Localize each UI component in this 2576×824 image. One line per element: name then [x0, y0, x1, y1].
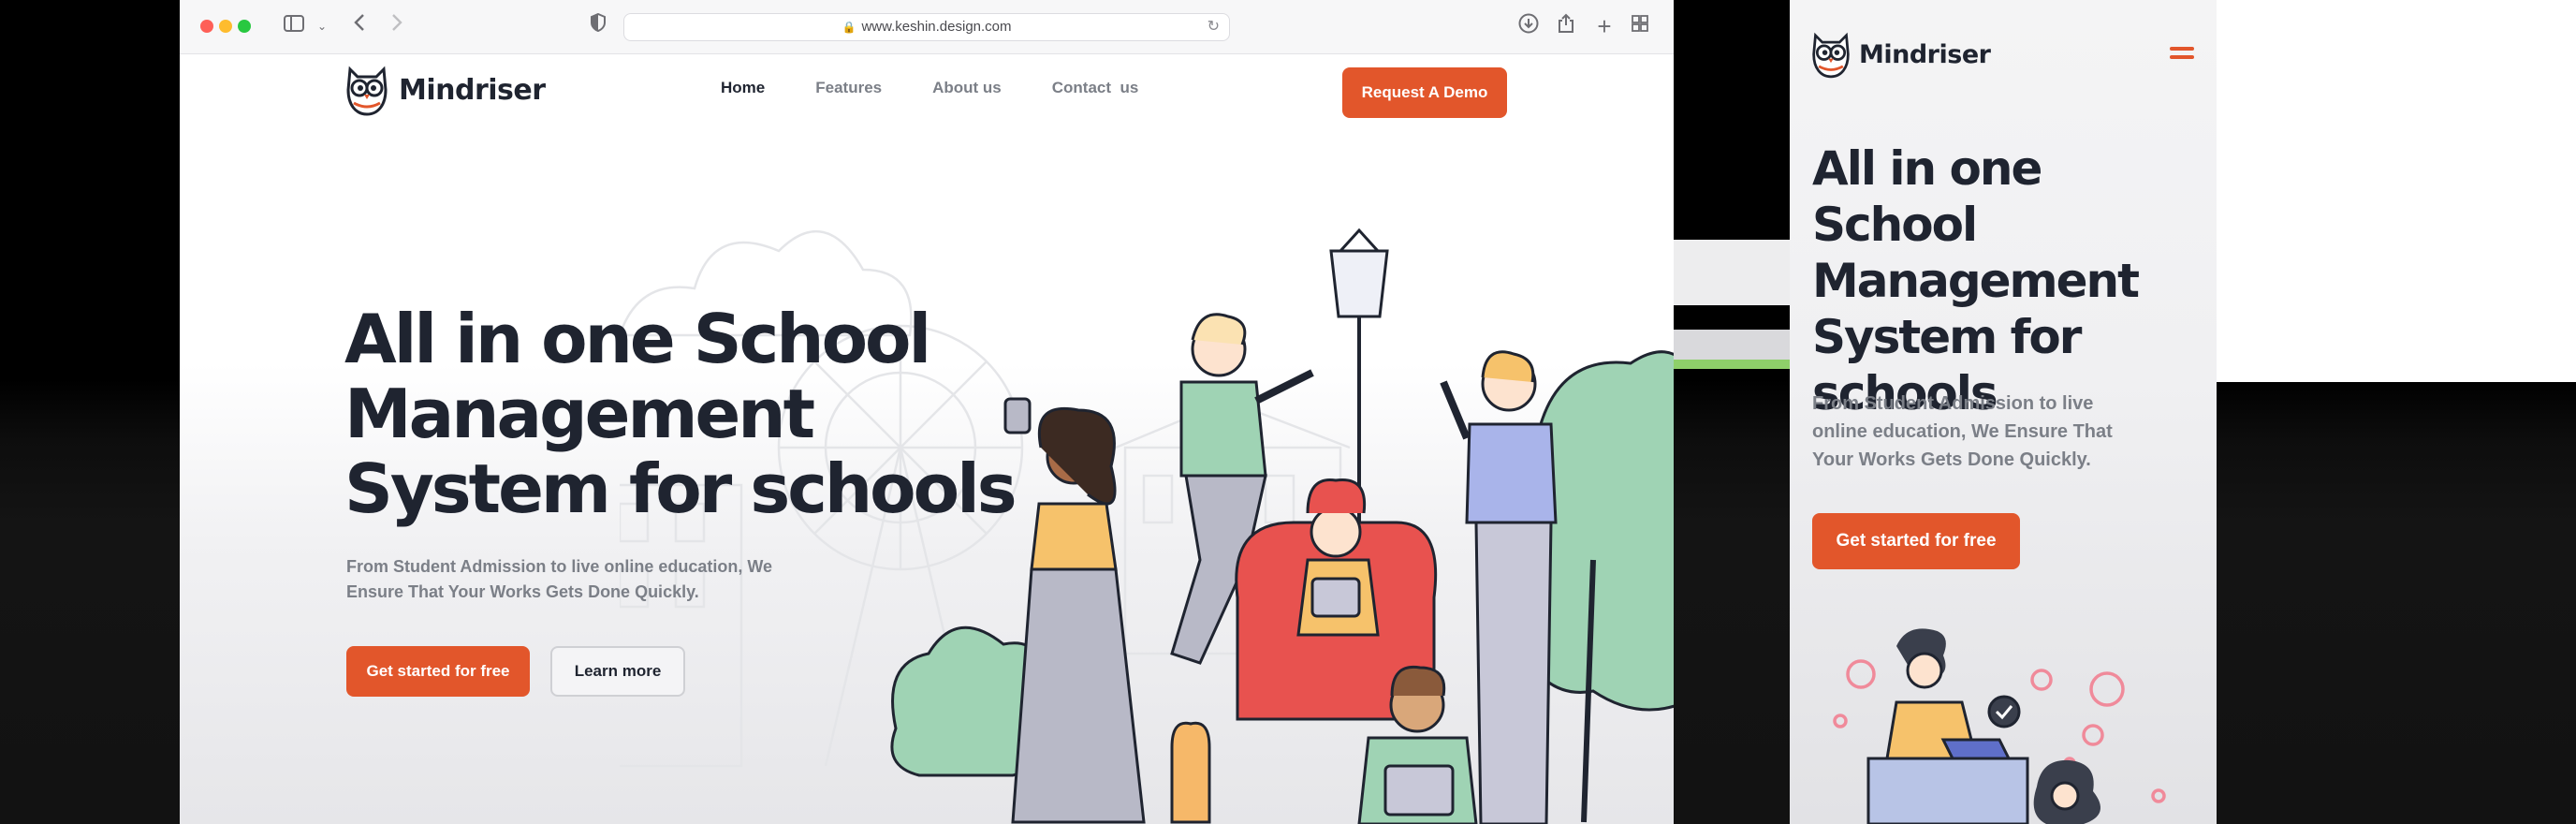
- background-accent: [1674, 360, 1790, 369]
- lock-icon: 🔒: [842, 21, 856, 34]
- hamburger-menu-icon[interactable]: [2170, 47, 2196, 67]
- mobile-logo[interactable]: Mindriser: [1810, 30, 1991, 79]
- hero-title-line: All in one School: [344, 300, 931, 378]
- mobile-title-line: All in one School: [1812, 141, 2042, 252]
- get-started-button[interactable]: Get started for free: [346, 646, 530, 697]
- sidebar-icon[interactable]: [281, 13, 307, 39]
- owl-logo-icon: [1812, 32, 1850, 79]
- background-panel: [1674, 240, 1790, 305]
- hero-title-line: Management: [344, 375, 815, 453]
- mobile-get-started-button[interactable]: Get started for free: [1812, 513, 2020, 569]
- background-panel: [2217, 0, 2576, 382]
- hero-description: From Student Admission to live online ed…: [346, 557, 773, 601]
- learn-more-button[interactable]: Learn more: [550, 646, 685, 697]
- shield-icon[interactable]: [588, 12, 608, 39]
- mobile-hero-description: From Student Admission to live online ed…: [1812, 393, 2113, 470]
- hero-title-line: System for schools: [344, 449, 1017, 528]
- mobile-title-line: Management: [1812, 254, 2140, 308]
- request-demo-button[interactable]: Request A Demo: [1342, 67, 1507, 118]
- brand-name: Mindriser: [399, 73, 546, 107]
- browser-toolbar: ⌄ 🔒 www.keshin.design.com ↻ +: [180, 0, 1674, 54]
- main-nav: Home Features About us Contact us: [721, 79, 1189, 97]
- reload-icon[interactable]: ↻: [1208, 14, 1220, 40]
- forward-icon[interactable]: [386, 13, 408, 39]
- back-icon[interactable]: [348, 13, 371, 39]
- close-window-button[interactable]: [200, 20, 213, 33]
- tabs-grid-icon[interactable]: [1629, 13, 1651, 39]
- nav-home[interactable]: Home: [721, 79, 765, 97]
- mobile-brand-name: Mindriser: [1859, 39, 1991, 69]
- download-icon[interactable]: [1516, 13, 1541, 39]
- nav-contact[interactable]: Contact us: [1052, 79, 1139, 97]
- minimize-window-button[interactable]: [219, 20, 232, 33]
- landing-page: Mindriser Home Features About us Contact…: [180, 54, 1674, 824]
- browser-window: ⌄ 🔒 www.keshin.design.com ↻ + Mindriser …: [180, 0, 1674, 824]
- share-icon[interactable]: [1554, 13, 1578, 39]
- nav-features[interactable]: Features: [815, 79, 882, 97]
- mobile-illustration: [1833, 628, 2166, 824]
- owl-logo-icon: [346, 66, 388, 116]
- url-text: www.keshin.design.com: [861, 19, 1012, 35]
- hero-title: All in one School Management System for …: [344, 302, 1056, 526]
- site-logo[interactable]: Mindriser: [344, 64, 546, 116]
- nav-about[interactable]: About us: [932, 79, 1002, 97]
- address-bar[interactable]: 🔒 www.keshin.design.com ↻: [623, 13, 1230, 41]
- chevron-down-icon[interactable]: ⌄: [315, 13, 329, 39]
- fullscreen-window-button[interactable]: [238, 20, 251, 33]
- new-tab-icon[interactable]: +: [1593, 13, 1616, 39]
- mobile-title-line: System for: [1812, 310, 2082, 364]
- mobile-preview: Mindriser All in one School Management S…: [1790, 0, 2217, 824]
- mobile-hero-title: All in one School Management System for …: [1812, 140, 2205, 421]
